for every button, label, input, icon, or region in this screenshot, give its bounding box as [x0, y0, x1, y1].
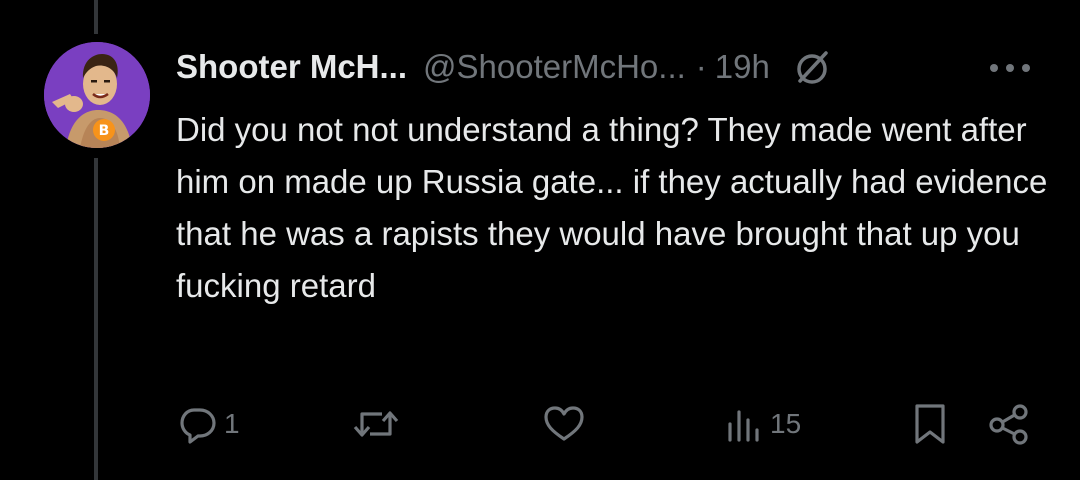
reply-button[interactable]: 1: [178, 400, 240, 448]
bookmark-button[interactable]: [910, 400, 950, 448]
post-actions: 1 15: [176, 400, 1046, 448]
share-icon: [986, 403, 1032, 445]
repost-icon: [352, 404, 400, 444]
bookmark-icon: [910, 402, 950, 446]
post-timestamp[interactable]: 19h: [715, 48, 770, 86]
like-button[interactable]: [542, 400, 592, 448]
thread-line-top: [94, 0, 98, 34]
thread-line-bottom: [94, 158, 98, 480]
grok-icon[interactable]: [792, 47, 832, 87]
svg-text:B: B: [99, 123, 110, 139]
reply-icon: [178, 404, 218, 444]
separator-dot: ·: [695, 48, 707, 85]
views-count: 15: [770, 408, 802, 439]
heart-icon: [542, 404, 586, 444]
author-handle[interactable]: @ShooterMcHo...: [423, 48, 686, 86]
avatar-image: B: [44, 42, 150, 148]
views-button[interactable]: 15: [724, 400, 801, 448]
views-bars-icon: [724, 404, 764, 444]
more-dots-icon[interactable]: [988, 56, 1036, 80]
share-button[interactable]: [986, 400, 1032, 448]
avatar[interactable]: B: [44, 42, 150, 148]
reply-count: 1: [224, 408, 240, 439]
post-text: Did you not not understand a thing? They…: [176, 111, 1048, 304]
post-header: Shooter McH... @ShooterMcHo... · 19h: [176, 44, 832, 90]
author-display-name[interactable]: Shooter McH...: [176, 48, 407, 86]
repost-button[interactable]: [352, 400, 406, 448]
